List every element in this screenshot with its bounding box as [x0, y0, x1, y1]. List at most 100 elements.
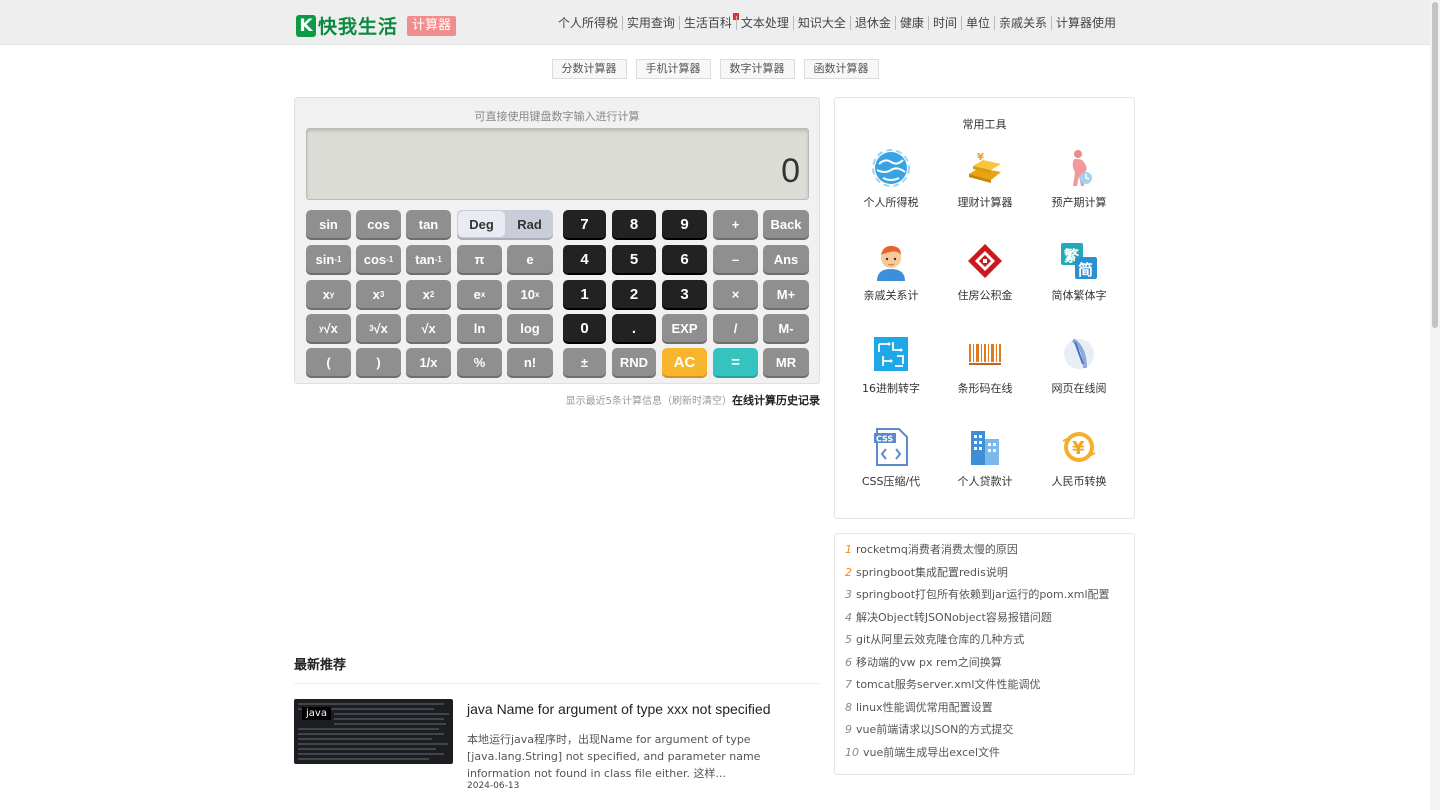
article-link[interactable]: linux性能调优常用配置设置	[856, 701, 993, 714]
y-root-key[interactable]: y √x	[306, 314, 351, 342]
tab-function-calculator[interactable]: 函数计算器	[803, 59, 879, 79]
pi-key[interactable]: π	[457, 245, 502, 273]
memory-minus-key[interactable]: M-	[763, 314, 809, 342]
tab-fraction-calculator[interactable]: 分数计算器	[551, 59, 627, 79]
minus-key[interactable]: –	[713, 245, 758, 273]
digit-7-key[interactable]: 7	[563, 210, 606, 238]
digit-6-key[interactable]: 6	[662, 245, 707, 273]
tan-key[interactable]: tan	[406, 210, 451, 238]
ten-power-key[interactable]: 10 x	[507, 280, 553, 308]
tool-web-reader[interactable]: 网页在线阅	[1032, 332, 1126, 396]
article-thumbnail[interactable]: java	[294, 699, 453, 764]
decimal-point-key[interactable]: .	[612, 314, 656, 342]
power-xy-key[interactable]: xy	[306, 280, 351, 308]
tool-housing-fund[interactable]: 住房公积金	[938, 239, 1032, 303]
e-key[interactable]: e	[507, 245, 553, 273]
asin-key[interactable]: sin -1	[306, 245, 351, 273]
scrollbar-thumb[interactable]	[1432, 2, 1438, 328]
digit-1-key[interactable]: 1	[563, 280, 606, 308]
nav-item-calc-usage[interactable]: 计算器使用	[1050, 16, 1120, 30]
list-item[interactable]: 9 vue前端请求以JSON的方式提交	[835, 722, 1134, 745]
tool-income-tax[interactable]: 个人所得税	[844, 146, 938, 210]
list-item[interactable]: 2 springboot集成配置redis说明	[835, 565, 1134, 588]
digit-9-key[interactable]: 9	[662, 210, 707, 238]
rad-option[interactable]: Rad	[506, 210, 553, 238]
atan-key[interactable]: tan -1	[406, 245, 451, 273]
article-link[interactable]: 移动端的vw px rem之间换算	[856, 656, 1002, 669]
deg-option[interactable]: Deg	[458, 211, 505, 237]
right-paren-key[interactable]: )	[356, 348, 401, 376]
tool-hex-convert[interactable]: 16进制转字	[844, 332, 938, 396]
article-link[interactable]: rocketmq消费者消费太慢的原因	[856, 543, 1018, 556]
multiply-key[interactable]: ×	[713, 280, 758, 308]
digit-4-key[interactable]: 4	[563, 245, 606, 273]
history-link[interactable]: 在线计算历史记录	[732, 394, 820, 407]
equals-key[interactable]: =	[713, 348, 758, 376]
tab-number-calculator[interactable]: 数字计算器	[719, 59, 795, 79]
list-item[interactable]: 10 vue前端生成导出excel文件	[835, 745, 1134, 768]
article-link[interactable]: vue前端生成导出excel文件	[863, 746, 1000, 759]
random-key[interactable]: RND	[612, 348, 656, 376]
nav-item-relatives[interactable]: 亲戚关系	[993, 16, 1051, 30]
article-link[interactable]: vue前端请求以JSON的方式提交	[856, 723, 1013, 736]
tool-barcode[interactable]: 条形码在线	[938, 332, 1032, 396]
tool-relatives[interactable]: 亲戚关系计	[844, 239, 938, 303]
article-link[interactable]: springboot打包所有依赖到jar运行的pom.xml配置	[856, 588, 1110, 601]
tool-rmb-convert[interactable]: ¥ 人民币转换	[1032, 425, 1126, 489]
memory-recall-key[interactable]: MR	[763, 348, 809, 376]
reciprocal-key[interactable]: 1/x	[406, 348, 451, 376]
article-link[interactable]: springboot集成配置redis说明	[856, 566, 1008, 579]
digit-5-key[interactable]: 5	[612, 245, 656, 273]
tab-mobile-calculator[interactable]: 手机计算器	[635, 59, 711, 79]
divide-key[interactable]: /	[713, 314, 758, 342]
angle-mode-toggle[interactable]: Deg Rad	[457, 210, 553, 238]
list-item[interactable]: 1 rocketmq消费者消费太慢的原因	[835, 542, 1134, 565]
tool-due-date[interactable]: 预产期计算	[1032, 146, 1126, 210]
list-item[interactable]: 7 tomcat服务server.xml文件性能调优	[835, 677, 1134, 700]
acos-key[interactable]: cos -1	[356, 245, 401, 273]
digit-3-key[interactable]: 3	[662, 280, 707, 308]
left-paren-key[interactable]: (	[306, 348, 351, 376]
nav-item-unit[interactable]: 单位	[960, 16, 994, 30]
sin-key[interactable]: sin	[306, 210, 351, 238]
digit-0-key[interactable]: 0	[563, 314, 606, 342]
all-clear-key[interactable]: AC	[662, 348, 707, 376]
tool-personal-loan[interactable]: 个人贷款计	[938, 425, 1032, 489]
site-logo[interactable]: K 快我生活 计算器	[296, 12, 457, 39]
nav-item-health[interactable]: 健康	[894, 16, 928, 30]
nav-item-knowledge[interactable]: 知识大全	[792, 16, 850, 30]
nav-item-encyclopedia[interactable]: 生活百科	[678, 13, 739, 30]
cube-root-key[interactable]: 3 √x	[356, 314, 401, 342]
tool-css-compress[interactable]: CSS CSS压缩/代	[844, 425, 938, 489]
sqrt-key[interactable]: √x	[406, 314, 451, 342]
cube-key[interactable]: x3	[356, 280, 401, 308]
list-item[interactable]: 4 解决Object转JSONobject容易报错问题	[835, 610, 1134, 633]
ln-key[interactable]: ln	[457, 314, 502, 342]
exp-key[interactable]: EXP	[662, 314, 707, 342]
plus-key[interactable]: +	[713, 210, 758, 238]
digit-2-key[interactable]: 2	[612, 280, 656, 308]
nav-item-pension[interactable]: 退休金	[849, 16, 895, 30]
article-link[interactable]: git从阿里云效克隆仓库的几种方式	[856, 633, 1024, 646]
article-link[interactable]: 解决Object转JSONobject容易报错问题	[856, 611, 1052, 624]
factorial-key[interactable]: n!	[507, 348, 553, 376]
page-scrollbar[interactable]	[1430, 0, 1440, 810]
square-key[interactable]: x2	[406, 280, 451, 308]
list-item[interactable]: 8 linux性能调优常用配置设置	[835, 700, 1134, 723]
percent-key[interactable]: %	[457, 348, 502, 376]
exp-e-key[interactable]: ex	[457, 280, 502, 308]
memory-plus-key[interactable]: M+	[763, 280, 809, 308]
nav-item-income-tax[interactable]: 个人所得税	[554, 16, 622, 30]
log-key[interactable]: log	[507, 314, 553, 342]
article-title-link[interactable]: java Name for argument of type xxx not s…	[467, 701, 770, 717]
tool-finance-calculator[interactable]: ¥ 理财计算器	[938, 146, 1032, 210]
ans-key[interactable]: Ans	[763, 245, 809, 273]
list-item[interactable]: 6 移动端的vw px rem之间换算	[835, 655, 1134, 678]
tool-simplified-traditional[interactable]: 繁简 简体繁体字	[1032, 239, 1126, 303]
list-item[interactable]: 5 git从阿里云效克隆仓库的几种方式	[835, 632, 1134, 655]
negate-key[interactable]: ±	[563, 348, 606, 376]
cos-key[interactable]: cos	[356, 210, 401, 238]
backspace-key[interactable]: Back	[763, 210, 809, 238]
nav-item-text[interactable]: 文本处理	[735, 16, 793, 30]
article-link[interactable]: tomcat服务server.xml文件性能调优	[856, 678, 1040, 691]
